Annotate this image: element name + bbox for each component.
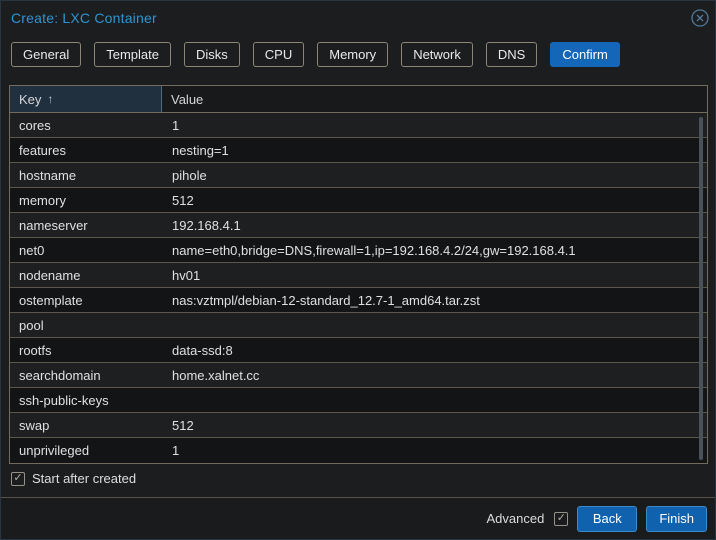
row-value: home.xalnet.cc	[162, 368, 707, 383]
start-after-created-checkbox[interactable]: ✓	[11, 472, 25, 486]
column-header-key[interactable]: Key ↑	[10, 86, 162, 112]
advanced-checkbox[interactable]: ✓	[554, 512, 568, 526]
table-row[interactable]: unprivileged1	[10, 438, 707, 463]
vertical-scrollbar[interactable]	[699, 117, 703, 460]
table-header-row: Key ↑ Value	[10, 86, 707, 113]
create-lxc-dialog: Create: LXC Container General Template Dis…	[0, 0, 716, 540]
table-row[interactable]: ssh-public-keys	[10, 388, 707, 413]
row-key: cores	[10, 118, 162, 133]
start-after-created-row: ✓ Start after created	[11, 471, 136, 486]
tab-confirm[interactable]: Confirm	[550, 42, 620, 67]
table-row[interactable]: searchdomainhome.xalnet.cc	[10, 363, 707, 388]
advanced-label: Advanced	[486, 511, 544, 526]
close-icon[interactable]	[690, 8, 710, 28]
row-value: 512	[162, 418, 707, 433]
confirm-settings-table: Key ↑ Value cores1featuresnesting=1hostn…	[9, 85, 708, 464]
tab-disks[interactable]: Disks	[184, 42, 240, 67]
column-header-key-label: Key	[19, 92, 41, 107]
row-key: swap	[10, 418, 162, 433]
tab-dns[interactable]: DNS	[486, 42, 537, 67]
row-key: nodename	[10, 268, 162, 283]
start-after-created-label: Start after created	[32, 471, 136, 486]
table-row[interactable]: rootfsdata-ssd:8	[10, 338, 707, 363]
back-button[interactable]: Back	[577, 506, 637, 532]
tab-memory[interactable]: Memory	[317, 42, 388, 67]
row-key: hostname	[10, 168, 162, 183]
row-key: nameserver	[10, 218, 162, 233]
tab-bar: General Template Disks CPU Memory Network DNS C…	[11, 42, 620, 67]
row-key: pool	[10, 318, 162, 333]
tab-general[interactable]: General	[11, 42, 81, 67]
tab-network[interactable]: Network	[401, 42, 473, 67]
table-row[interactable]: pool	[10, 313, 707, 338]
row-value: nas:vztmpl/debian-12-standard_12.7-1_amd…	[162, 293, 707, 308]
sort-ascending-icon: ↑	[47, 92, 53, 106]
row-value: hv01	[162, 268, 707, 283]
row-value: data-ssd:8	[162, 343, 707, 358]
table-row[interactable]: net0name=eth0,bridge=DNS,firewall=1,ip=1…	[10, 238, 707, 263]
column-header-value-label: Value	[171, 92, 203, 107]
tab-cpu[interactable]: CPU	[253, 42, 304, 67]
grid-body: cores1featuresnesting=1hostnamepiholemem…	[10, 113, 707, 463]
row-key: rootfs	[10, 343, 162, 358]
tab-template[interactable]: Template	[94, 42, 171, 67]
footer-toolbar: Advanced ✓ Back Finish	[1, 497, 715, 539]
row-value: 1	[162, 443, 707, 458]
row-key: ssh-public-keys	[10, 393, 162, 408]
table-row[interactable]: ostemplatenas:vztmpl/debian-12-standard_…	[10, 288, 707, 313]
table-row[interactable]: cores1	[10, 113, 707, 138]
row-value: 1	[162, 118, 707, 133]
row-key: memory	[10, 193, 162, 208]
table-row[interactable]: hostnamepihole	[10, 163, 707, 188]
row-value: name=eth0,bridge=DNS,firewall=1,ip=192.1…	[162, 243, 707, 258]
row-key: searchdomain	[10, 368, 162, 383]
row-key: unprivileged	[10, 443, 162, 458]
table-row[interactable]: memory512	[10, 188, 707, 213]
row-key: features	[10, 143, 162, 158]
row-value: 512	[162, 193, 707, 208]
table-row[interactable]: featuresnesting=1	[10, 138, 707, 163]
table-row[interactable]: nodenamehv01	[10, 263, 707, 288]
row-key: net0	[10, 243, 162, 258]
dialog-title: Create: LXC Container	[11, 10, 157, 26]
finish-button[interactable]: Finish	[646, 506, 707, 532]
column-header-value[interactable]: Value	[162, 86, 707, 112]
row-value: 192.168.4.1	[162, 218, 707, 233]
row-value: nesting=1	[162, 143, 707, 158]
row-value: pihole	[162, 168, 707, 183]
table-row[interactable]: nameserver192.168.4.1	[10, 213, 707, 238]
table-row[interactable]: swap512	[10, 413, 707, 438]
row-key: ostemplate	[10, 293, 162, 308]
